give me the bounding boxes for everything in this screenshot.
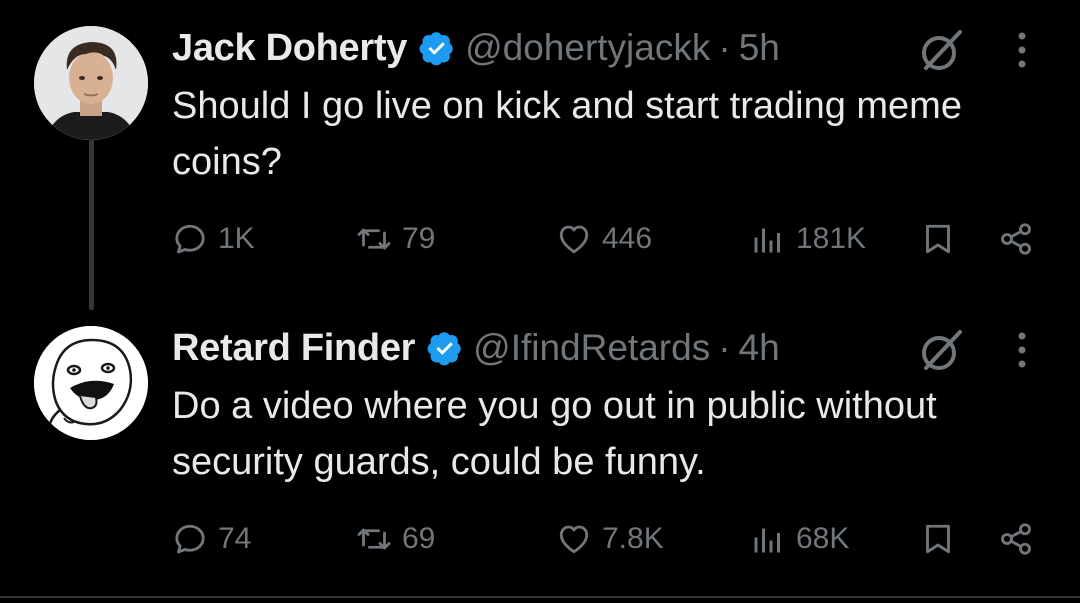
reply-button[interactable]: 74 (172, 514, 251, 564)
thread-view: Jack Doherty @dohertyjackk · 5h Should I… (0, 0, 1080, 603)
share-button[interactable] (998, 214, 1034, 264)
like-count: 446 (602, 222, 653, 255)
views-icon (750, 221, 786, 257)
reply-icon (172, 221, 208, 257)
handle[interactable]: @dohertyjackk (465, 27, 710, 69)
reply-icon (172, 521, 208, 557)
retweet-icon (356, 521, 392, 557)
tweet-text: Should I go live on kick and start tradi… (172, 85, 962, 183)
retweet-count: 69 (402, 522, 436, 555)
display-name[interactable]: Retard Finder (172, 327, 415, 370)
tweet-header: Retard Finder @IfindRetards · 4h (172, 324, 780, 372)
reply-button[interactable]: 1K (172, 214, 255, 264)
view-count: 181K (796, 222, 867, 255)
tweet-header: Jack Doherty @dohertyjackk · 5h (172, 24, 780, 72)
verified-badge-icon (419, 30, 455, 66)
avatar[interactable] (34, 26, 148, 140)
share-button[interactable] (998, 514, 1034, 564)
timestamp[interactable]: 4h (739, 327, 780, 369)
action-bar: 1K 79 446 181K (0, 214, 1080, 264)
handle[interactable]: @IfindRetards (473, 327, 710, 369)
retweet-button[interactable]: 69 (356, 514, 435, 564)
verified-badge-icon (427, 330, 463, 366)
view-count: 68K (796, 522, 850, 555)
views-icon (750, 521, 786, 557)
separator: · (718, 27, 731, 68)
like-count: 7.8K (602, 522, 664, 555)
heart-icon (556, 221, 592, 257)
views-button[interactable]: 68K (750, 514, 849, 564)
display-name[interactable]: Jack Doherty (172, 27, 407, 70)
retweet-count: 79 (402, 222, 436, 255)
bookmark-button[interactable] (920, 214, 956, 264)
share-icon (998, 221, 1034, 257)
bookmark-icon (920, 221, 956, 257)
divider (0, 596, 1080, 598)
like-button[interactable]: 446 (556, 214, 652, 264)
tweet-text: Do a video where you go out in public wi… (172, 385, 937, 483)
retweet-button[interactable]: 79 (356, 214, 435, 264)
views-button[interactable]: 181K (750, 214, 866, 264)
more-vertical-icon[interactable] (1012, 28, 1032, 72)
share-icon (998, 521, 1034, 557)
grok-icon[interactable] (918, 328, 964, 374)
reply-count: 1K (218, 222, 255, 255)
like-button[interactable]: 7.8K (556, 514, 664, 564)
bookmark-icon (920, 521, 956, 557)
reply-count: 74 (218, 522, 252, 555)
separator: · (718, 327, 731, 368)
timestamp[interactable]: 5h (739, 27, 780, 69)
action-bar: 74 69 7.8K 68K (0, 514, 1080, 564)
more-vertical-icon[interactable] (1012, 328, 1032, 372)
grok-icon[interactable] (918, 28, 964, 74)
bookmark-button[interactable] (920, 514, 956, 564)
retweet-icon (356, 221, 392, 257)
heart-icon (556, 521, 592, 557)
avatar[interactable] (34, 326, 148, 440)
